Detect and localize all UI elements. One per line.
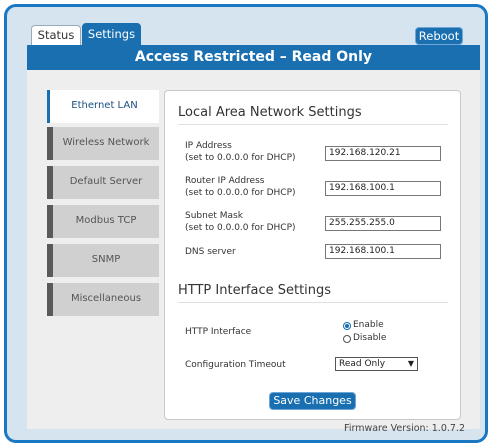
http-disable-radio[interactable]: Disable [343,333,386,344]
ip-address-field[interactable]: 192.168.120.21 [325,146,441,161]
subnet-mask-label: Subnet Mask (set to 0.0.0.0 for DHCP) [185,211,296,233]
http-section-title: HTTP Interface Settings [178,283,332,298]
divider [178,302,448,303]
radio-selected-icon [343,321,351,330]
lan-section-title: Local Area Network Settings [178,105,362,120]
tab-status[interactable]: Status [31,25,81,45]
router-ip-label: Router IP Address (set to 0.0.0.0 for DHC… [185,176,296,198]
tab-settings[interactable]: Settings [82,23,141,45]
ip-address-label: IP Address (set to 0.0.0.0 for DHCP) [185,141,296,163]
settings-panel: Local Area Network Settings IP Address (s… [164,90,461,420]
sidebar-item-default-server[interactable]: Default Server [47,166,159,199]
firmware-version: Firmware Version: 1.0.7.2 [344,423,465,434]
sidebar-item-ethernet-lan[interactable]: Ethernet LAN [47,90,159,123]
access-banner: Access Restricted – Read Only [27,45,480,70]
config-timeout-select[interactable]: Read Only ▼ [335,357,418,371]
http-enable-radio[interactable]: Enable [343,320,384,331]
settings-content: Ethernet LAN Wireless Network Default Se… [27,70,480,429]
dns-server-field[interactable]: 192.168.100.1 [325,244,441,259]
reboot-button[interactable]: Reboot [415,27,463,45]
sidebar-item-wireless-network[interactable]: Wireless Network [47,127,159,160]
radio-unselected-icon [343,334,351,343]
sidebar-item-snmp[interactable]: SNMP [47,244,159,277]
save-changes-button[interactable]: Save Changes [269,392,356,410]
config-timeout-label: Configuration Timeout [185,360,286,370]
app-frame: Status Settings Reboot Access Restricted… [4,4,488,443]
subnet-mask-field[interactable]: 255.255.255.0 [325,216,441,231]
chevron-down-icon: ▼ [407,359,414,368]
router-ip-field[interactable]: 192.168.100.1 [325,181,441,196]
divider [178,124,448,125]
dns-server-label: DNS server [185,247,236,257]
sidebar-item-modbus-tcp[interactable]: Modbus TCP [47,205,159,238]
http-interface-label: HTTP Interface [185,327,252,337]
sidebar-item-miscellaneous[interactable]: Miscellaneous [47,283,159,316]
